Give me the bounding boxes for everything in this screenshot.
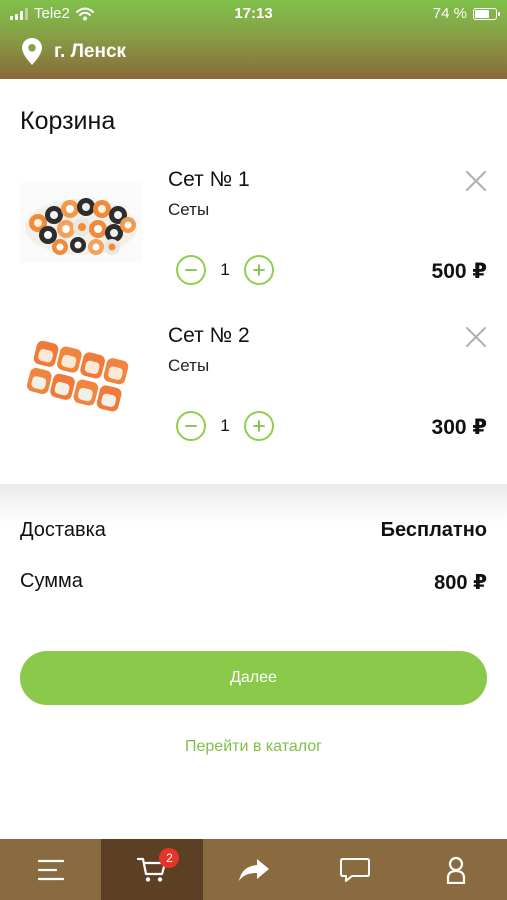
cart-item: Сет № 2 Сеты 1 300 ₽ xyxy=(0,311,507,461)
item-name: Сет № 1 xyxy=(168,168,250,191)
tab-share[interactable] xyxy=(203,839,304,900)
delivery-row: Доставка Бесплатно xyxy=(20,519,487,542)
tab-chat[interactable] xyxy=(304,839,405,900)
item-price: 300 ₽ xyxy=(431,416,487,439)
quantity-value: 1 xyxy=(220,416,230,435)
chat-icon xyxy=(339,857,370,882)
location-selector[interactable]: г. Ленск xyxy=(22,38,126,65)
item-category: Сеты xyxy=(168,356,210,375)
tab-bar: 2 xyxy=(0,839,507,900)
total-label: Сумма xyxy=(20,570,83,592)
total-value: 800 ₽ xyxy=(434,572,487,594)
increase-button[interactable] xyxy=(244,255,274,285)
section-divider xyxy=(0,484,507,524)
cart-item: Сет № 1 Сеты 1 500 ₽ xyxy=(0,155,507,305)
location-pin-icon xyxy=(22,38,42,65)
quantity-value: 1 xyxy=(220,260,230,279)
cart-count-badge: 2 xyxy=(159,848,180,868)
minus-icon xyxy=(185,425,197,427)
status-time: 17:13 xyxy=(234,5,273,22)
item-category: Сеты xyxy=(168,200,210,219)
plus-icon xyxy=(253,264,265,276)
remove-item-button[interactable] xyxy=(465,170,487,192)
delivery-label: Доставка xyxy=(20,519,106,541)
status-bar: Tele2 17:13 74 % xyxy=(0,0,507,28)
share-icon xyxy=(238,858,269,881)
app-header: Tele2 17:13 74 % г. Ленск xyxy=(0,0,507,79)
tab-menu[interactable] xyxy=(0,839,101,900)
delivery-value: Бесплатно xyxy=(380,519,487,541)
profile-icon xyxy=(447,856,466,884)
decrease-button[interactable] xyxy=(176,255,206,285)
battery-icon xyxy=(473,7,500,20)
remove-item-button[interactable] xyxy=(465,326,487,348)
city-label: г. Ленск xyxy=(54,40,127,62)
tab-cart[interactable]: 2 xyxy=(101,839,203,900)
total-row: Сумма 800 ₽ xyxy=(20,570,487,595)
page-title: Корзина xyxy=(20,107,116,135)
item-name: Сет № 2 xyxy=(168,324,250,347)
quantity-stepper: 1 xyxy=(176,255,274,285)
quantity-stepper: 1 xyxy=(176,411,274,441)
status-right: 74 % xyxy=(432,5,500,22)
menu-icon xyxy=(37,859,64,880)
tab-profile[interactable] xyxy=(406,839,507,900)
go-to-catalog-link[interactable]: Перейти в каталог xyxy=(0,738,507,756)
battery-percent: 74 % xyxy=(432,5,467,22)
next-button[interactable]: Далее xyxy=(20,651,487,705)
decrease-button[interactable] xyxy=(176,411,206,441)
increase-button[interactable] xyxy=(244,411,274,441)
set-1-image xyxy=(20,183,142,263)
plus-icon xyxy=(253,420,265,432)
set-2-image xyxy=(20,339,142,419)
minus-icon xyxy=(185,269,197,271)
item-price: 500 ₽ xyxy=(431,260,487,283)
